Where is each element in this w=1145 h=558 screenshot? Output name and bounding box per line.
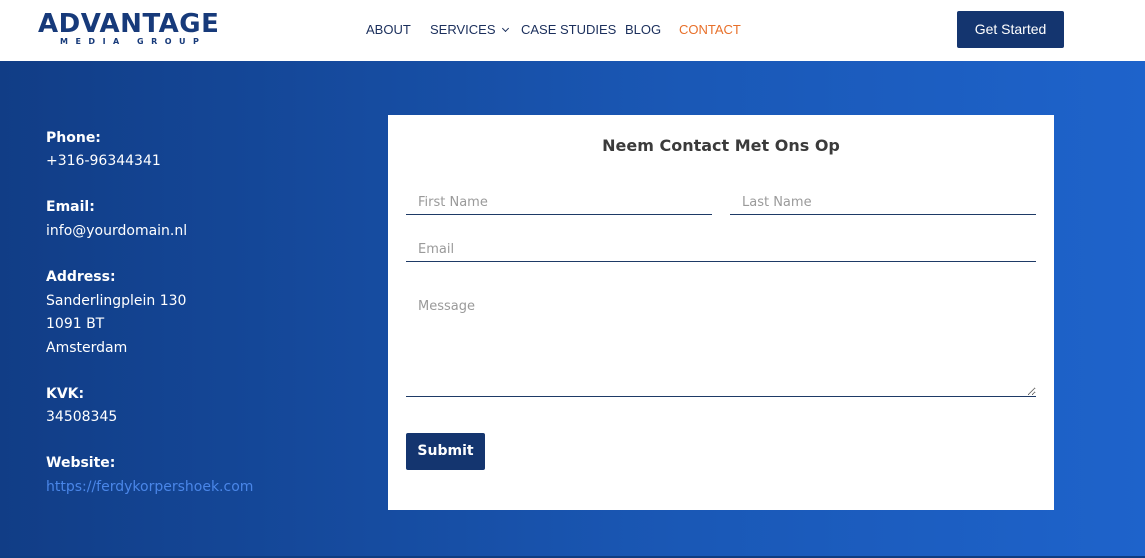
nav-item-services-label: SERVICES [430,22,496,37]
website-label: Website: [46,455,116,471]
nav-item-case-studies[interactable]: CASE STUDIES [521,21,616,39]
last-name-input[interactable] [730,191,1036,215]
address-label: Address: [46,269,116,285]
email-value: info@yourdomain.nl [46,223,188,239]
contact-section: Phone: +316-96344341 Email: info@yourdom… [0,61,1145,558]
email-label: Email: [46,199,95,215]
first-name-input[interactable] [406,191,712,215]
kvk-value: 34508345 [46,409,118,425]
form-title: Neem Contact Met Ons Op [602,136,840,155]
submit-button[interactable]: Submit [406,433,485,470]
phone-label: Phone: [46,130,101,146]
logo-tagline: MEDIA GROUP [60,37,207,46]
logo[interactable]: ADVANTAGE MEDIA GROUP [38,10,219,50]
phone-value: +316-96344341 [46,153,161,169]
address-line-postcode: 1091 BT [46,316,105,332]
get-started-button[interactable]: Get Started [957,11,1064,48]
logo-wordmark: ADVANTAGE [38,9,220,39]
chevron-down-icon [501,24,509,33]
address-line-street: Sanderlingplein 130 [46,293,187,309]
website-link[interactable]: https://ferdykorpershoek.com [46,478,253,496]
nav-item-services[interactable]: SERVICES [430,21,509,39]
contact-form: Neem Contact Met Ons Op Submit [388,115,1054,510]
site-header: ADVANTAGE MEDIA GROUP ABOUT SERVICES CAS… [0,0,1145,61]
address-line-city: Amsterdam [46,340,128,356]
kvk-label: KVK: [46,386,85,402]
nav-item-contact[interactable]: CONTACT [679,21,741,39]
message-textarea[interactable] [406,287,1036,397]
email-input[interactable] [406,238,1036,262]
nav-item-blog[interactable]: BLOG [625,21,661,39]
nav-item-about[interactable]: ABOUT [366,21,411,39]
